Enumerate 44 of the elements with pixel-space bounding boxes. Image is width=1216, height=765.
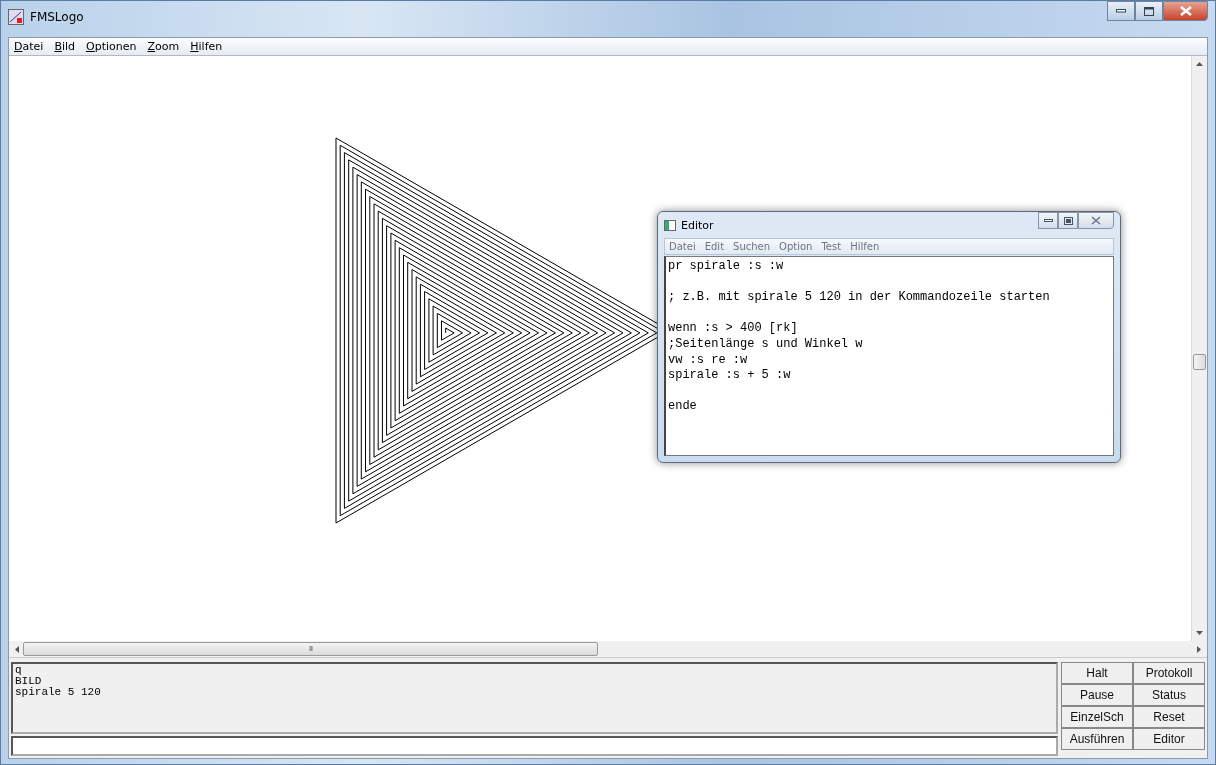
maximize-button[interactable] [1058,212,1078,229]
menu-item[interactable]: Option [779,241,813,252]
menu-item[interactable]: Optionen [86,40,137,53]
maximize-icon [1144,6,1154,16]
command-button[interactable]: Editor [1133,728,1205,750]
menu-item[interactable]: Test [821,241,842,252]
menu-item[interactable]: Datei [669,241,696,252]
editor-icon [664,219,676,231]
command-button[interactable]: Ausführen [1061,728,1133,750]
menu-item[interactable]: Suchen [733,241,771,252]
app-icon [8,9,24,25]
command-button[interactable]: Pause [1061,684,1133,706]
code-editor[interactable]: pr spirale :s :w ; z.B. mit spirale 5 120 in der Kommandozeile starten wenn :s > 400 [rk] ;Seitenlänge s und Winkel w vw :s re :w spirale :s + 5 :w ende [664,256,1114,456]
command-input[interactable] [11,736,1058,756]
menu-item[interactable]: Datei [14,40,44,53]
command-button[interactable]: Halt [1061,662,1133,684]
menu-item[interactable]: Edit [704,241,725,252]
command-button[interactable]: Status [1133,684,1205,706]
scrollbar-thumb[interactable] [1192,354,1206,371]
close-icon [1179,6,1192,16]
close-icon [1091,216,1101,225]
command-button[interactable]: EinzelSch [1061,706,1133,728]
close-button[interactable] [1163,1,1208,21]
close-button[interactable] [1078,212,1114,229]
scroll-right-icon[interactable] [1197,645,1201,653]
minimize-button[interactable] [1038,212,1058,229]
editor-title: Editor [681,218,714,232]
menu-item[interactable]: Hilfen [850,241,880,252]
minimize-icon [1043,218,1053,223]
command-button[interactable]: Reset [1133,706,1205,728]
maximize-button[interactable] [1135,1,1163,21]
scroll-up-icon[interactable] [1196,62,1203,66]
command-history: q BILD spirale 5 120 [11,662,1058,734]
command-button[interactable]: Protokoll [1133,662,1205,684]
menu-item[interactable]: Zoom [147,40,180,53]
menu-item[interactable]: Bild [54,40,76,53]
window-title: FMSLogo [30,9,84,26]
maximize-icon [1063,216,1073,225]
minimize-icon [1116,9,1126,13]
minimize-button[interactable] [1107,1,1135,21]
menu-item[interactable]: Hilfen [190,40,223,53]
scroll-left-icon[interactable] [15,645,19,653]
scroll-down-icon[interactable] [1196,631,1203,635]
vertical-scrollbar[interactable] [1191,56,1207,641]
